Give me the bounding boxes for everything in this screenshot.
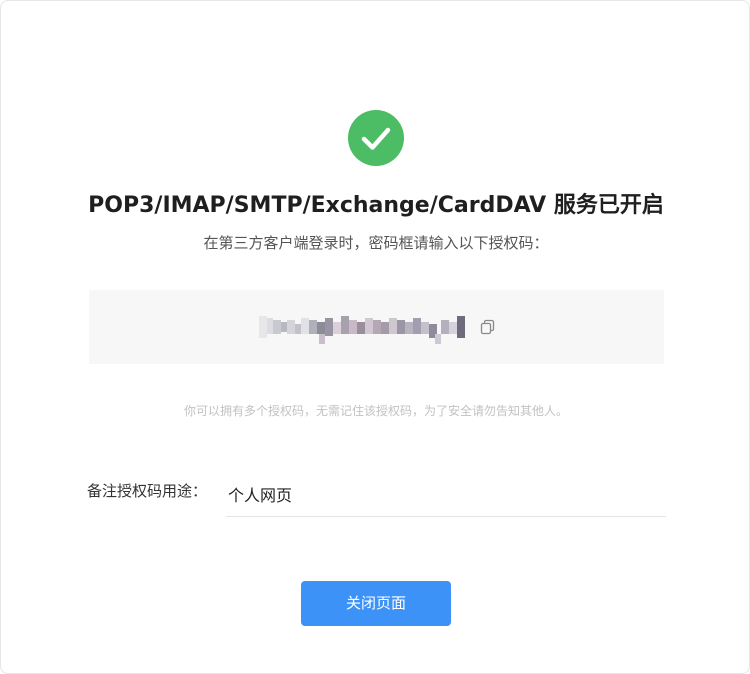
check-circle-icon <box>348 110 404 166</box>
copy-icon[interactable] <box>479 318 497 336</box>
close-page-button[interactable]: 关闭页面 <box>301 581 451 626</box>
note-input[interactable] <box>226 471 666 517</box>
note-label: 备注授权码用途： <box>87 482 208 500</box>
security-hint: 你可以拥有多个授权码，无需记住该授权码，为了安全请勿告知其他人。 <box>183 404 568 418</box>
auth-code-redacted <box>259 316 465 344</box>
auth-code-dialog: POP3/IMAP/SMTP/Exchange/CardDAV 服务已开启 在第… <box>0 0 750 674</box>
service-enabled-title: POP3/IMAP/SMTP/Exchange/CardDAV 服务已开启 <box>88 193 664 218</box>
instruction-text: 在第三方客户端登录时，密码框请输入以下授权码： <box>203 234 549 252</box>
